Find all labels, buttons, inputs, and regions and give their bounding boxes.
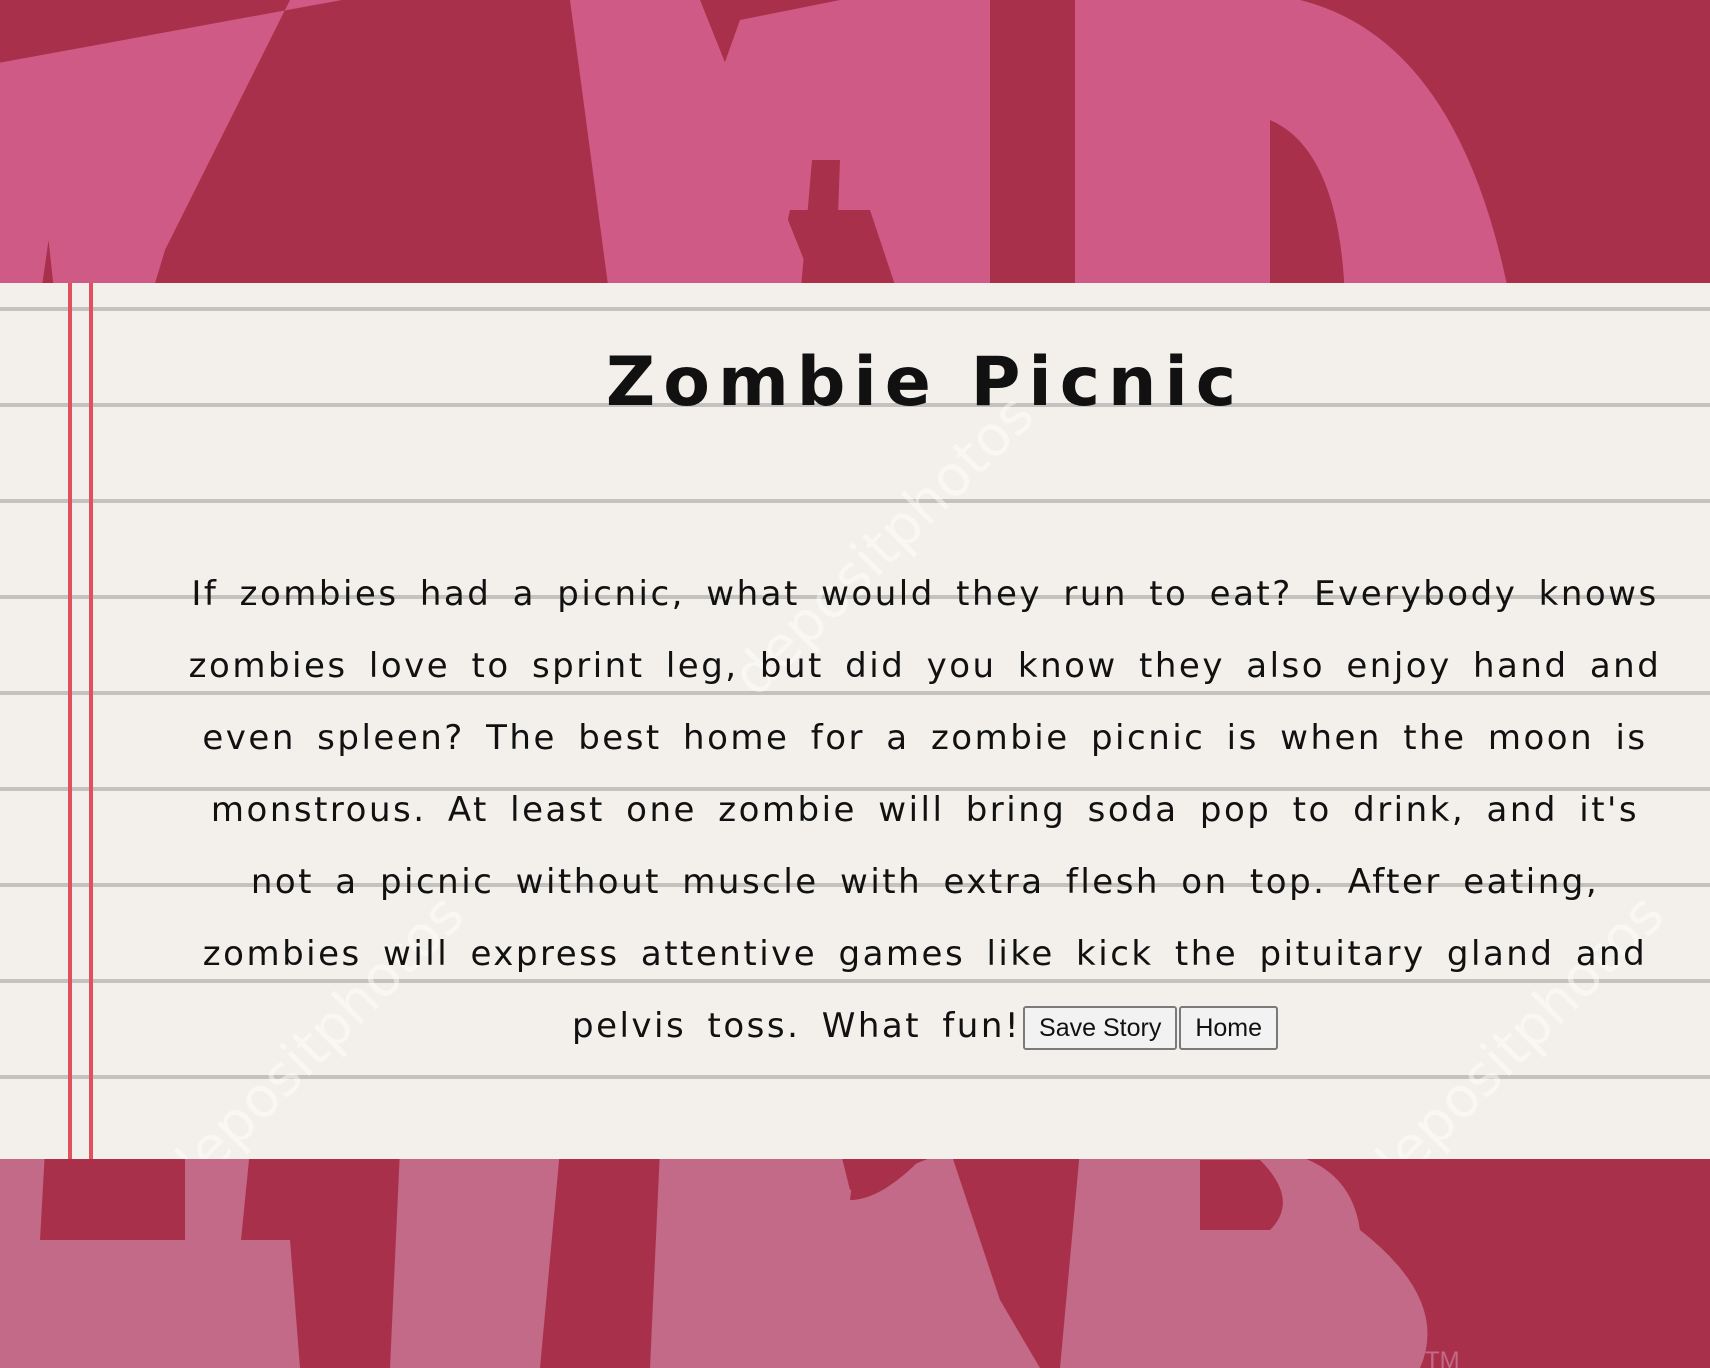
story-text: If zombies had a picnic, what would they… bbox=[188, 574, 1662, 1046]
story-body: If zombies had a picnic, what would they… bbox=[170, 558, 1680, 1062]
save-story-button[interactable]: Save Story bbox=[1023, 1005, 1178, 1050]
trademark-symbol: TM bbox=[1425, 1347, 1460, 1368]
home-button[interactable]: Home bbox=[1179, 1005, 1279, 1050]
story-title: Zombie Picnic bbox=[605, 343, 1245, 422]
story-paper: depositphotos depositphotos depositphoto… bbox=[0, 283, 1710, 1159]
